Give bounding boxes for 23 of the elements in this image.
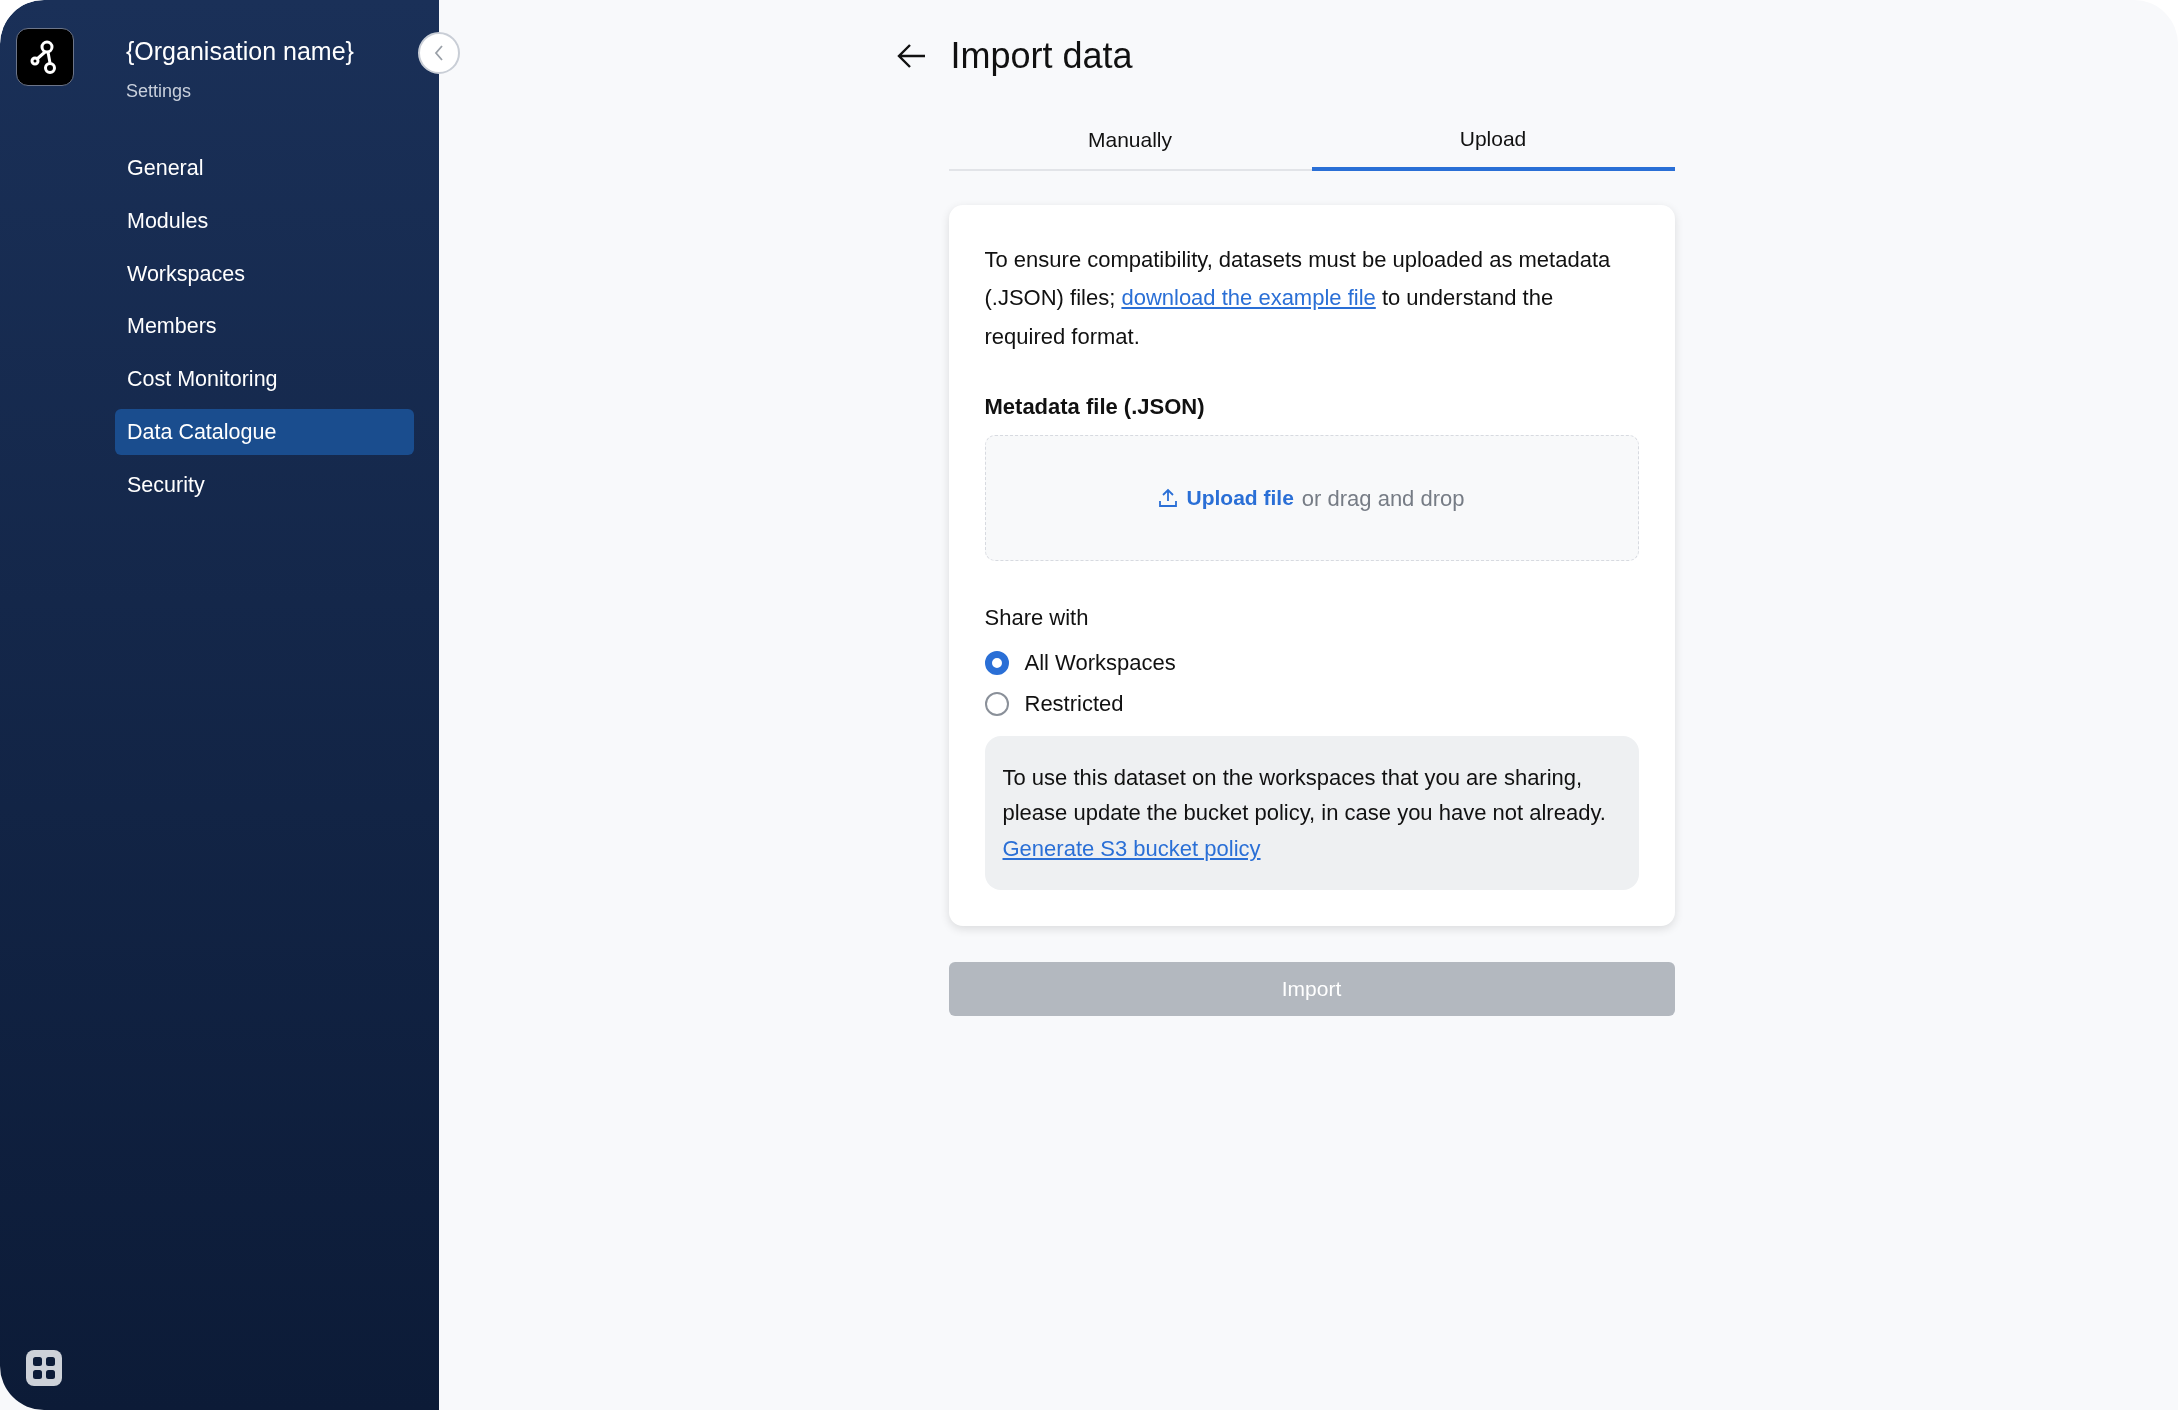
- tab[interactable]: Upload: [1311, 113, 1675, 171]
- intro-paragraph: To ensure compatibility, datasets must be uploaded as metadata (.JSON) files; download the example file to understand the required format.: [984, 245, 1612, 351]
- sidebar-item[interactable]: General: [115, 145, 414, 192]
- download-example-link[interactable]: download the example file: [1121, 285, 1376, 311]
- radio-label[interactable]: Restricted: [1024, 687, 1124, 721]
- sidebar-item[interactable]: Cost Monitoring: [115, 356, 414, 403]
- drag-and-drop-hint: or drag and drop: [1301, 484, 1465, 513]
- sidebar-item[interactable]: Data Catalogue: [115, 408, 414, 455]
- sidebar-item[interactable]: Security: [115, 461, 414, 508]
- organisation-name: {Organisation name}: [126, 36, 354, 66]
- sidebar-item[interactable]: Modules: [115, 197, 414, 244]
- generate-policy-link[interactable]: Generate S3 bucket policy: [1002, 835, 1261, 861]
- settings-subtitle: Settings: [126, 80, 193, 103]
- file-drop-zone[interactable]: Upload file or drag and drop: [984, 435, 1639, 562]
- field-label: Metadata file (.JSON): [984, 393, 1206, 422]
- tab[interactable]: Manually: [948, 113, 1312, 171]
- upload-file-link[interactable]: Upload file: [1158, 482, 1294, 514]
- radio-label[interactable]: All Workspaces: [1024, 646, 1176, 680]
- share-with-label: Share with: [984, 604, 1090, 633]
- page-title: Import data: [950, 34, 1133, 78]
- sidebar-item[interactable]: Members: [115, 303, 414, 350]
- notice-text: To use this dataset on the workspaces that you are sharing, please update the bucket policy, in case you have not already. Generate S3 bucket policy: [1002, 764, 1607, 863]
- sidebar-item[interactable]: Workspaces: [115, 250, 414, 297]
